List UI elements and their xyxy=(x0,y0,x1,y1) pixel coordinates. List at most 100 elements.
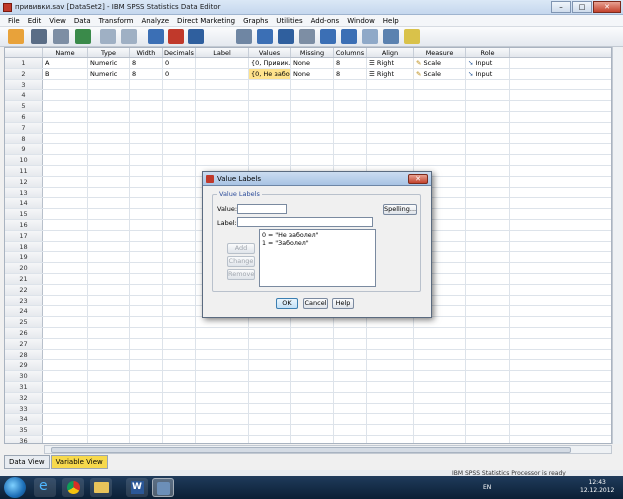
empty-cell[interactable] xyxy=(249,101,291,111)
empty-cell[interactable] xyxy=(291,435,334,443)
empty-cell[interactable] xyxy=(466,327,510,338)
col-header-label[interactable]: Label xyxy=(196,48,249,57)
empty-cell[interactable] xyxy=(291,101,334,111)
empty-cell[interactable] xyxy=(163,306,196,317)
empty-cell[interactable] xyxy=(291,155,334,165)
cancel-button[interactable]: Cancel xyxy=(303,298,328,309)
empty-cell[interactable] xyxy=(291,381,334,392)
explorer-icon[interactable] xyxy=(90,478,112,497)
empty-cell[interactable] xyxy=(88,295,130,306)
col-header-columns[interactable]: Columns xyxy=(334,48,367,57)
menu-window[interactable]: Window xyxy=(343,15,379,25)
empty-cell[interactable] xyxy=(466,133,510,144)
empty-cell[interactable] xyxy=(43,122,88,133)
empty-cell[interactable] xyxy=(414,101,466,111)
empty-cell[interactable] xyxy=(414,155,466,165)
row-number[interactable]: 5 xyxy=(5,101,43,111)
empty-cell[interactable] xyxy=(466,101,510,111)
empty-cell[interactable] xyxy=(466,155,510,165)
empty-cell[interactable] xyxy=(88,414,130,425)
empty-cell[interactable] xyxy=(334,327,367,338)
empty-cell[interactable] xyxy=(130,187,163,198)
empty-cell[interactable] xyxy=(196,435,249,443)
empty-cell[interactable] xyxy=(334,133,367,144)
empty-cell[interactable] xyxy=(43,327,88,338)
row-number[interactable]: 16 xyxy=(5,219,43,230)
empty-cell[interactable] xyxy=(414,122,466,133)
row-number[interactable]: 2 xyxy=(5,68,43,79)
empty-cell[interactable] xyxy=(130,176,163,187)
empty-cell[interactable] xyxy=(43,90,88,101)
empty-cell[interactable] xyxy=(130,241,163,252)
empty-cell[interactable] xyxy=(466,252,510,263)
col-header-width[interactable]: Width xyxy=(130,48,163,57)
cell-align[interactable]: ☰ Right xyxy=(367,68,414,79)
empty-cell[interactable] xyxy=(466,306,510,317)
empty-cell[interactable] xyxy=(466,392,510,403)
cell-width[interactable]: 8 xyxy=(130,68,163,79)
empty-cell[interactable] xyxy=(291,349,334,360)
empty-cell[interactable] xyxy=(43,306,88,317)
row-number[interactable]: 36 xyxy=(5,435,43,443)
empty-cell[interactable] xyxy=(163,187,196,198)
cell-values[interactable]: {0, Привик... xyxy=(249,58,291,68)
empty-cell[interactable] xyxy=(163,392,196,403)
empty-cell[interactable] xyxy=(367,122,414,133)
empty-cell[interactable] xyxy=(367,111,414,122)
empty-cell[interactable] xyxy=(291,144,334,155)
empty-cell[interactable] xyxy=(414,392,466,403)
empty-cell[interactable] xyxy=(414,360,466,371)
empty-cell[interactable] xyxy=(130,219,163,230)
cell-missing[interactable]: None xyxy=(291,58,334,68)
empty-cell[interactable] xyxy=(466,371,510,381)
empty-cell[interactable] xyxy=(367,435,414,443)
empty-cell[interactable] xyxy=(414,79,466,90)
empty-cell[interactable] xyxy=(414,349,466,360)
select-cases-icon[interactable] xyxy=(341,29,357,44)
empty-cell[interactable] xyxy=(163,295,196,306)
row-number[interactable]: 24 xyxy=(5,306,43,317)
row-number[interactable]: 35 xyxy=(5,425,43,435)
empty-cell[interactable] xyxy=(334,101,367,111)
empty-cell[interactable] xyxy=(367,392,414,403)
minimize-button[interactable]: – xyxy=(551,1,571,13)
cell-missing[interactable]: None xyxy=(291,68,334,79)
empty-cell[interactable] xyxy=(291,360,334,371)
menu-transform[interactable]: Transform xyxy=(95,15,138,25)
empty-cell[interactable] xyxy=(249,425,291,435)
empty-cell[interactable] xyxy=(291,425,334,435)
empty-cell[interactable] xyxy=(414,425,466,435)
dialog-close-button[interactable]: ✕ xyxy=(408,174,428,184)
empty-cell[interactable] xyxy=(414,111,466,122)
cell-columns[interactable]: 8 xyxy=(334,68,367,79)
empty-cell[interactable] xyxy=(291,392,334,403)
empty-cell[interactable] xyxy=(414,435,466,443)
empty-cell[interactable] xyxy=(163,241,196,252)
empty-cell[interactable] xyxy=(196,327,249,338)
empty-cell[interactable] xyxy=(163,90,196,101)
goto-case-icon[interactable] xyxy=(148,29,164,44)
empty-cell[interactable] xyxy=(130,133,163,144)
chrome-icon[interactable] xyxy=(62,478,84,497)
empty-cell[interactable] xyxy=(130,327,163,338)
empty-cell[interactable] xyxy=(249,317,291,327)
empty-cell[interactable] xyxy=(334,414,367,425)
empty-cell[interactable] xyxy=(196,360,249,371)
empty-cell[interactable] xyxy=(196,381,249,392)
empty-cell[interactable] xyxy=(163,425,196,435)
empty-cell[interactable] xyxy=(130,392,163,403)
empty-cell[interactable] xyxy=(249,90,291,101)
empty-cell[interactable] xyxy=(367,360,414,371)
empty-cell[interactable] xyxy=(163,338,196,349)
row-number[interactable]: 6 xyxy=(5,111,43,122)
menu-file[interactable]: File xyxy=(4,15,24,25)
empty-cell[interactable] xyxy=(163,381,196,392)
empty-cell[interactable] xyxy=(43,198,88,209)
variables-icon[interactable] xyxy=(188,29,204,44)
empty-cell[interactable] xyxy=(43,381,88,392)
col-header-values[interactable]: Values xyxy=(249,48,291,57)
empty-cell[interactable] xyxy=(163,133,196,144)
empty-cell[interactable] xyxy=(466,381,510,392)
empty-cell[interactable] xyxy=(88,241,130,252)
empty-cell[interactable] xyxy=(88,263,130,273)
